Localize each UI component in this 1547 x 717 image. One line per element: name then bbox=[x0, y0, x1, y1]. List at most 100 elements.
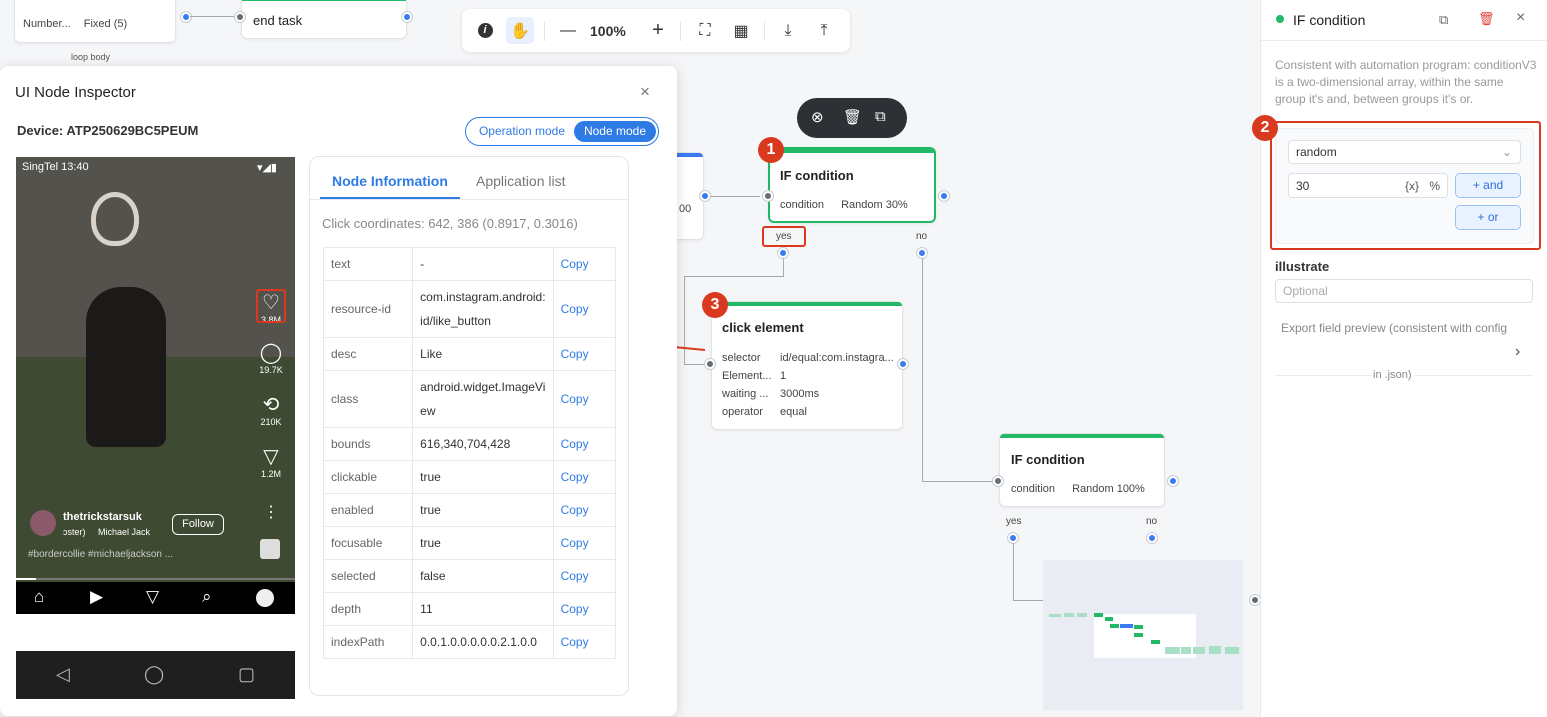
add-or-button[interactable]: + or bbox=[1455, 205, 1521, 230]
send-icon[interactable]: ▽ bbox=[256, 445, 286, 469]
back-icon[interactable]: ◁ bbox=[56, 664, 70, 685]
property-row: depth 11 Copy bbox=[322, 592, 617, 626]
copy-button[interactable]: Copy bbox=[552, 592, 617, 626]
chevron-down-icon: ⌄ bbox=[1501, 145, 1512, 159]
if1-out-port[interactable] bbox=[939, 191, 949, 201]
comment-icon[interactable]: ◯ bbox=[256, 341, 286, 365]
marker-2: 2 bbox=[1252, 115, 1278, 141]
upload-icon[interactable]: ⤒ bbox=[810, 17, 838, 44]
grid-icon[interactable]: ▦ bbox=[727, 17, 755, 44]
copy-icon[interactable]: ⧉ bbox=[1439, 12, 1448, 28]
property-row: resource-id com.instagram.android: id/lik… bbox=[322, 280, 617, 338]
profile-icon[interactable] bbox=[256, 589, 274, 607]
click-row-value: 1 bbox=[780, 370, 787, 382]
export-preview-label[interactable]: Export field preview (consistent with co… bbox=[1281, 321, 1507, 335]
repost-icon[interactable]: ⟲ bbox=[256, 393, 286, 417]
if1-in-port[interactable] bbox=[763, 191, 773, 201]
minimap-node bbox=[1049, 614, 1061, 617]
if2-no-port[interactable] bbox=[1147, 533, 1157, 543]
inspector-title: UI Node Inspector bbox=[15, 84, 136, 101]
more-icon[interactable]: ⋮ bbox=[256, 502, 286, 522]
illustrate-placeholder: Optional bbox=[1283, 284, 1328, 298]
minimap[interactable] bbox=[1043, 560, 1243, 710]
download-icon[interactable]: ⤓ bbox=[774, 17, 802, 44]
condition-group: random ⌄ 30 {x}% + and + or bbox=[1275, 128, 1534, 244]
home-icon[interactable]: ⌂ bbox=[34, 587, 44, 607]
follow-button[interactable]: Follow bbox=[172, 514, 224, 535]
search-icon[interactable]: ⌕ bbox=[202, 587, 212, 607]
if-condition-node-2[interactable]: IF condition condition Random 100% bbox=[999, 433, 1165, 507]
property-value: 616,340,704,428 bbox=[412, 427, 554, 461]
copy-icon[interactable]: ⧉ bbox=[875, 108, 886, 125]
click-row: selector id/equal:com.instagra... bbox=[722, 352, 894, 364]
copy-button[interactable]: Copy bbox=[552, 370, 617, 428]
copy-button[interactable]: Copy bbox=[552, 247, 617, 281]
copy-button[interactable]: Copy bbox=[552, 337, 617, 371]
if2-no-label: no bbox=[1146, 516, 1158, 527]
if2-yes-label: yes bbox=[1006, 516, 1022, 527]
device-screenshot[interactable]: SingTel 13:40 ▾◢▮ ♡ 3.8M ◯ 19.7K ⟲ 210K ▽ 1.2… bbox=[16, 157, 295, 699]
home-circle-icon[interactable]: ◯ bbox=[144, 664, 164, 685]
copy-button[interactable]: Copy bbox=[552, 427, 617, 461]
recents-icon[interactable]: ▢ bbox=[238, 664, 255, 685]
copy-button[interactable]: Copy bbox=[552, 559, 617, 593]
close-icon[interactable]: × bbox=[640, 82, 650, 102]
property-value: com.instagram.android: id/like_button bbox=[412, 280, 554, 338]
offscreen-node-port[interactable] bbox=[1250, 595, 1260, 605]
if1-no-port[interactable] bbox=[917, 248, 927, 258]
trash-icon[interactable]: 🗑 bbox=[1478, 11, 1495, 27]
click-row-key: waiting ... bbox=[722, 388, 769, 400]
copy-button[interactable]: Copy bbox=[552, 493, 617, 527]
avatar[interactable] bbox=[30, 510, 56, 536]
if1-condition-value: Random 30% bbox=[841, 199, 908, 211]
tab-application-list[interactable]: Application list bbox=[476, 173, 566, 189]
close-circle-icon[interactable]: ⊗ bbox=[811, 108, 824, 126]
audio-thumbnail[interactable] bbox=[260, 539, 280, 559]
illustrate-input[interactable]: Optional bbox=[1275, 279, 1533, 303]
close-icon[interactable]: × bbox=[1516, 9, 1525, 27]
dog-image bbox=[86, 287, 166, 447]
copy-button[interactable]: Copy bbox=[552, 625, 617, 659]
property-row: enabled true Copy bbox=[322, 493, 617, 527]
property-row: bounds 616,340,704,428 Copy bbox=[322, 427, 617, 461]
yes-highlight-box bbox=[762, 226, 806, 247]
click-out-port[interactable] bbox=[898, 359, 908, 369]
minimap-node bbox=[1225, 647, 1239, 654]
node-mode-button[interactable]: Node mode bbox=[574, 121, 656, 142]
reels-icon[interactable]: ▶ bbox=[90, 587, 103, 607]
chevron-right-icon[interactable]: › bbox=[1515, 343, 1520, 361]
click-element-node[interactable]: click element selector id/equal:com.insta… bbox=[711, 301, 903, 430]
username[interactable]: thetrickstarsuk bbox=[63, 511, 142, 523]
minimap-node bbox=[1134, 625, 1143, 629]
minimap-node bbox=[1105, 617, 1113, 621]
edge-no-v bbox=[922, 258, 923, 481]
if-condition-node-1[interactable]: IF condition condition Random 30% bbox=[768, 147, 936, 223]
comment-action[interactable]: ◯ 19.7K bbox=[256, 341, 286, 375]
trash-icon[interactable]: 🗑 bbox=[843, 108, 862, 126]
repost-action[interactable]: ⟲ 210K bbox=[256, 393, 286, 427]
property-value: true bbox=[412, 460, 554, 494]
add-and-button[interactable]: + and bbox=[1455, 173, 1521, 198]
if1-yes-port[interactable] bbox=[778, 248, 788, 258]
operation-mode-button[interactable]: Operation mode bbox=[470, 121, 574, 142]
if2-out-port[interactable] bbox=[1168, 476, 1178, 486]
probability-input[interactable]: 30 {x}% bbox=[1288, 173, 1448, 198]
if1-condition-row: condition Random 30% bbox=[780, 199, 908, 211]
copy-button[interactable]: Copy bbox=[552, 526, 617, 560]
variable-icon[interactable]: {x} bbox=[1405, 179, 1419, 193]
tab-node-information[interactable]: Node Information bbox=[332, 173, 448, 189]
property-row: desc Like Copy bbox=[322, 337, 617, 371]
minimap-node bbox=[1151, 640, 1160, 644]
share-action[interactable]: ▽ 1.2M bbox=[256, 445, 286, 479]
property-key: bounds bbox=[322, 427, 414, 461]
mode-switch: Operation mode Node mode bbox=[465, 117, 659, 146]
panel-title: IF condition bbox=[1293, 12, 1366, 28]
if2-yes-port[interactable] bbox=[1008, 533, 1018, 543]
copy-button[interactable]: Copy bbox=[552, 460, 617, 494]
copy-button[interactable]: Copy bbox=[552, 280, 617, 338]
condition-type-select[interactable]: random ⌄ bbox=[1288, 140, 1521, 164]
direct-icon[interactable]: ▽ bbox=[146, 587, 159, 607]
minimap-node bbox=[1110, 624, 1119, 628]
if2-in-port[interactable] bbox=[993, 476, 1003, 486]
property-key: class bbox=[322, 370, 414, 428]
